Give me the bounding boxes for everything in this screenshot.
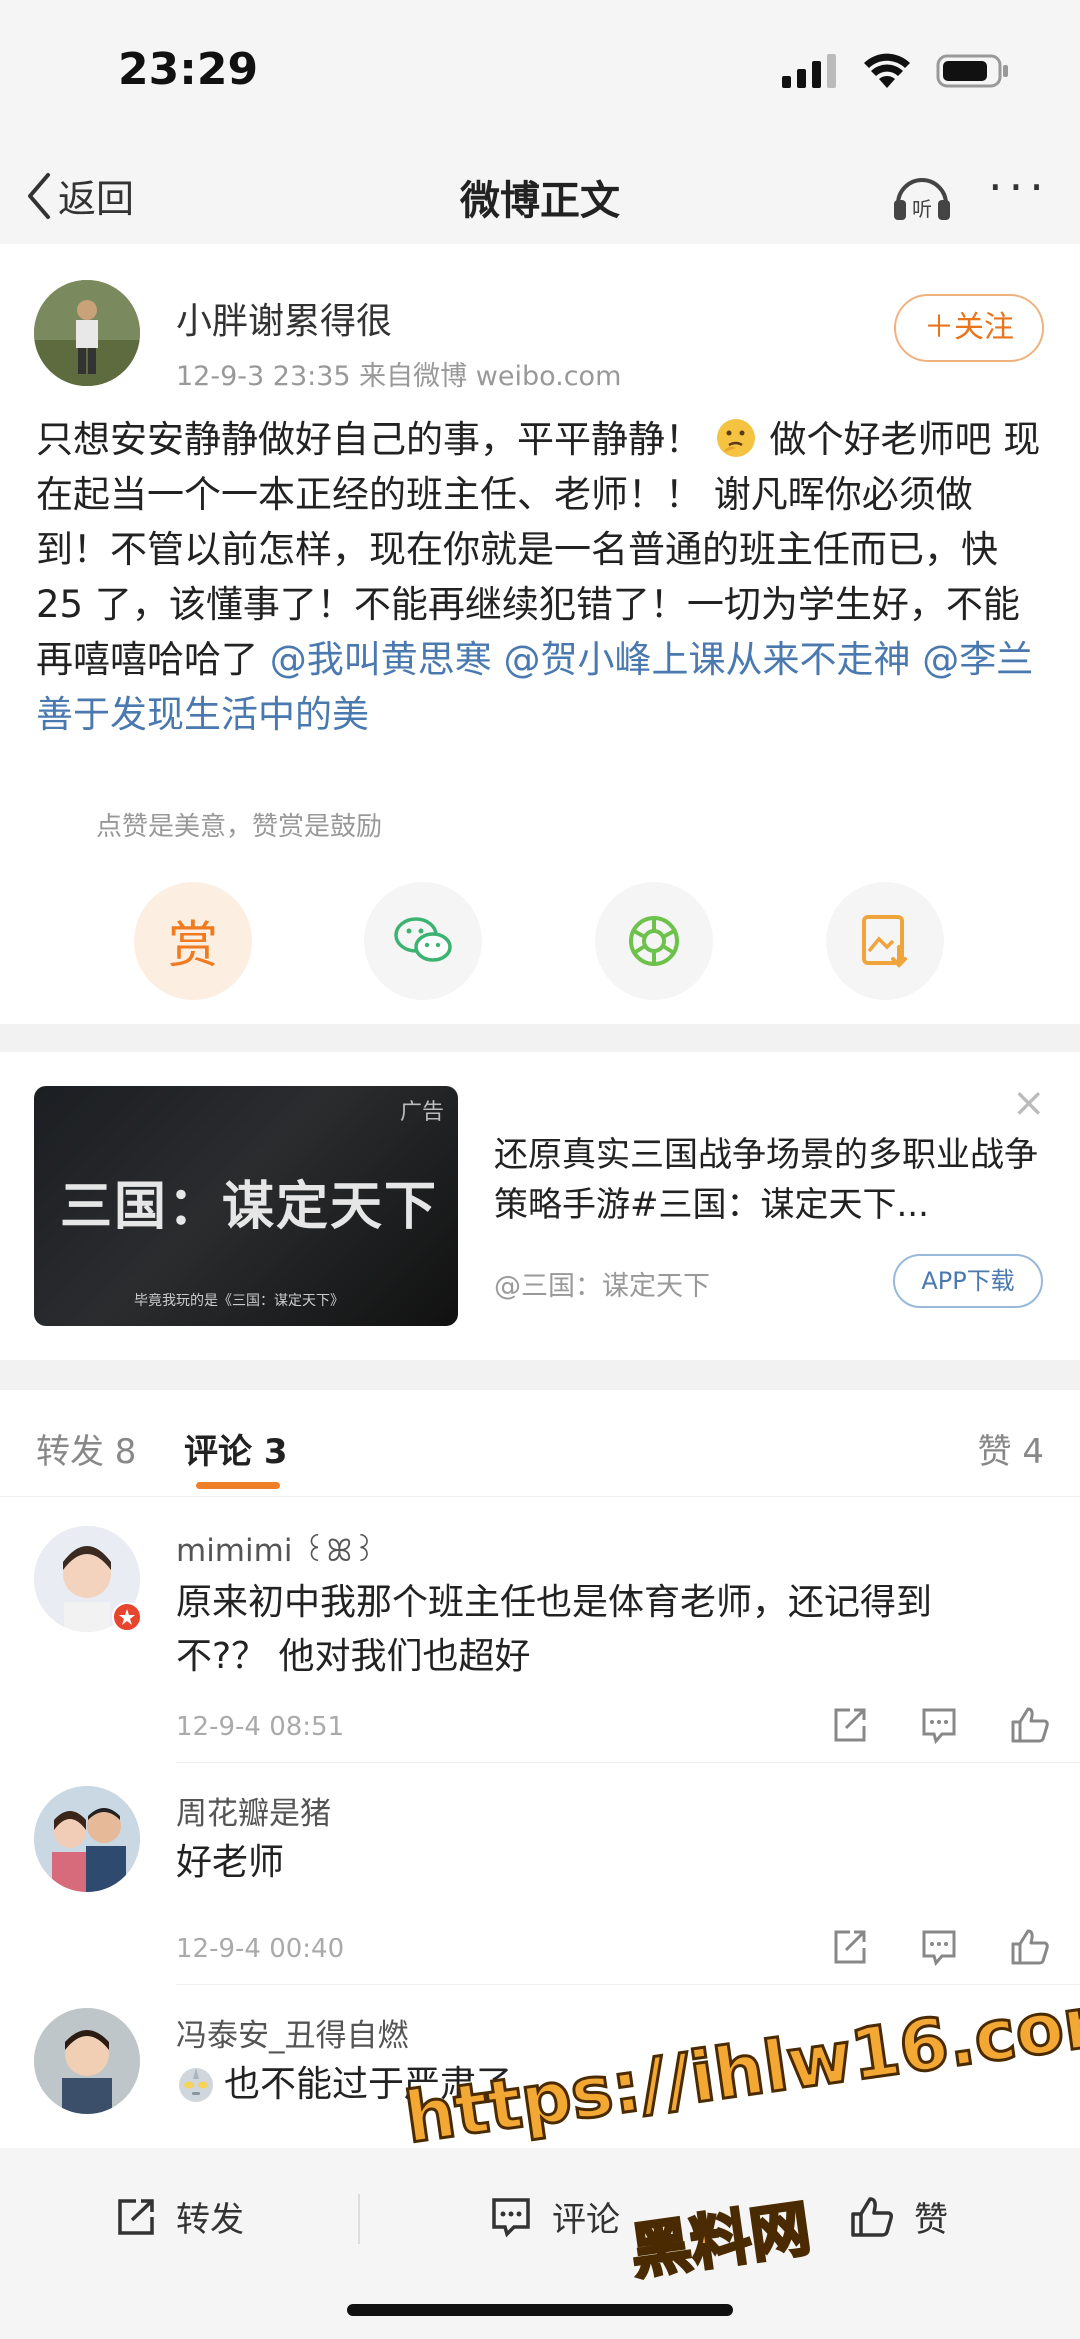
comment-actions [830, 1706, 1050, 1744]
reward-tip: 点赞是美意，赞赏是鼓励 [96, 812, 383, 842]
avatar-image [34, 2008, 140, 2114]
post-card: 小胖谢累得很 12-9-3 23:35 来自微博 weibo.com ＋关注 只… [0, 244, 1080, 1024]
comment-actions [830, 1928, 1050, 1966]
like-label: 赞 [914, 2200, 948, 2240]
comment-username[interactable]: 周花瓣是猪 [176, 1788, 331, 1833]
comment-time: 12-9-4 00:40 [176, 1934, 345, 1964]
comment-icon [492, 2197, 530, 2237]
divider [0, 1496, 1080, 1497]
svg-text:听: 听 [912, 197, 932, 221]
share-icon[interactable] [830, 1706, 868, 1744]
reply-icon[interactable] [920, 1928, 958, 1966]
comment-text: 好老师 [176, 1842, 285, 1883]
mention-link[interactable]: @贺小峰上课从来不走神 [504, 638, 911, 681]
wifi-icon [864, 53, 910, 88]
avatar[interactable] [34, 1786, 140, 1892]
comment-text: 原来初中我那个班主任也是体育老师，还记得到不?？ 他对我们也超好 [176, 1582, 933, 1677]
close-icon[interactable]: × [1012, 1080, 1046, 1126]
listen-button[interactable]: 听 [890, 166, 954, 230]
like-icon[interactable] [1010, 1706, 1050, 1744]
repost-label: 转发 [176, 2200, 244, 2240]
divider [176, 1984, 1080, 1985]
avatar[interactable] [34, 280, 140, 386]
back-button[interactable]: 返回 [24, 168, 134, 223]
mention-link[interactable]: @我叫黄思寒 [270, 638, 492, 681]
ad-image[interactable]: 广告 三国：谋定天下 毕竟我玩的是《三国：谋定天下》 [34, 1086, 458, 1326]
app-download-button[interactable]: APP下载 [893, 1254, 1043, 1308]
ad-tag: 广告 [399, 1100, 444, 1125]
ad-source[interactable]: @三国：谋定天下 [494, 1264, 710, 1303]
chevron-left-icon [28, 172, 50, 219]
thinking-emoji-icon [716, 419, 755, 457]
status-time: 23:29 [118, 44, 259, 95]
status-icons [782, 52, 1010, 90]
avatar-image [34, 1786, 140, 1892]
ultraman-emoji-icon [179, 2068, 213, 2102]
tab-comment[interactable]: 评论 3 [184, 1424, 288, 1473]
comment-button[interactable]: 评论 [490, 2192, 620, 2241]
save-image-icon [862, 915, 907, 968]
avatar[interactable] [34, 2008, 140, 2114]
battery-icon [936, 54, 1008, 88]
more-button[interactable]: ··· [988, 160, 1050, 214]
headphones-icon: 听 [894, 178, 950, 221]
share-wechat-button[interactable] [364, 882, 482, 1000]
post-meta: 12-9-3 23:35 来自微博 weibo.com [176, 361, 622, 392]
like-icon[interactable] [1010, 1928, 1050, 1966]
home-indicator [347, 2304, 733, 2316]
like-icon [851, 2196, 893, 2237]
comment-username[interactable]: 冯泰安_丑得自燃 [176, 2010, 409, 2055]
comment-username[interactable]: mimimi ꒰ꕤ꒱ [176, 1528, 377, 1570]
ad-image-title: 三国：谋定天下 [60, 1177, 439, 1237]
repost-icon [118, 2198, 154, 2235]
reply-icon[interactable] [920, 1706, 958, 1744]
save-image-button[interactable] [826, 882, 944, 1000]
status-bar: 23:29 [0, 0, 1080, 150]
reward-label: 赏 [168, 916, 218, 974]
divider [358, 2194, 360, 2244]
nav-bar: 微博正文 返回 听 ··· [0, 150, 1080, 244]
cellular-signal-icon [782, 54, 836, 88]
reward-button[interactable]: 赏 [134, 882, 252, 1000]
post-text-1: 只想安安静静做好自己的事，平平静静！ [36, 418, 702, 461]
post-username[interactable]: 小胖谢累得很 [176, 292, 392, 344]
tab-repost[interactable]: 转发 8 [36, 1424, 136, 1473]
verified-badge-icon [112, 1602, 142, 1632]
wechat-icon [394, 917, 452, 962]
comment-time: 12-9-4 08:51 [176, 1712, 345, 1742]
avatar-image [34, 280, 140, 386]
post-body: 只想安安静静做好自己的事，平平静静！ 做个好老师吧 现在起当一个一本正经的班主任… [36, 412, 1046, 742]
moments-icon [629, 916, 679, 966]
tab-like[interactable]: 赞 4 [978, 1424, 1044, 1473]
share-icon[interactable] [830, 1928, 868, 1966]
share-moments-button[interactable] [595, 882, 713, 1000]
comment-label: 评论 [552, 2200, 620, 2240]
ad-card[interactable]: 广告 三国：谋定天下 毕竟我玩的是《三国：谋定天下》 × 还原真实三国战争场景的… [0, 1052, 1080, 1360]
active-tab-indicator [196, 1482, 280, 1489]
ad-text[interactable]: 还原真实三国战争场景的多职业战争策略手游#三国：谋定天下... [494, 1130, 1044, 1230]
repost-button[interactable]: 转发 [114, 2192, 244, 2241]
like-button[interactable]: 赞 [850, 2192, 948, 2241]
ad-image-subtitle: 毕竟我玩的是《三国：谋定天下》 [134, 1293, 344, 1309]
divider [176, 1762, 1080, 1763]
back-label: 返回 [58, 177, 135, 221]
follow-button[interactable]: ＋关注 [894, 294, 1044, 362]
